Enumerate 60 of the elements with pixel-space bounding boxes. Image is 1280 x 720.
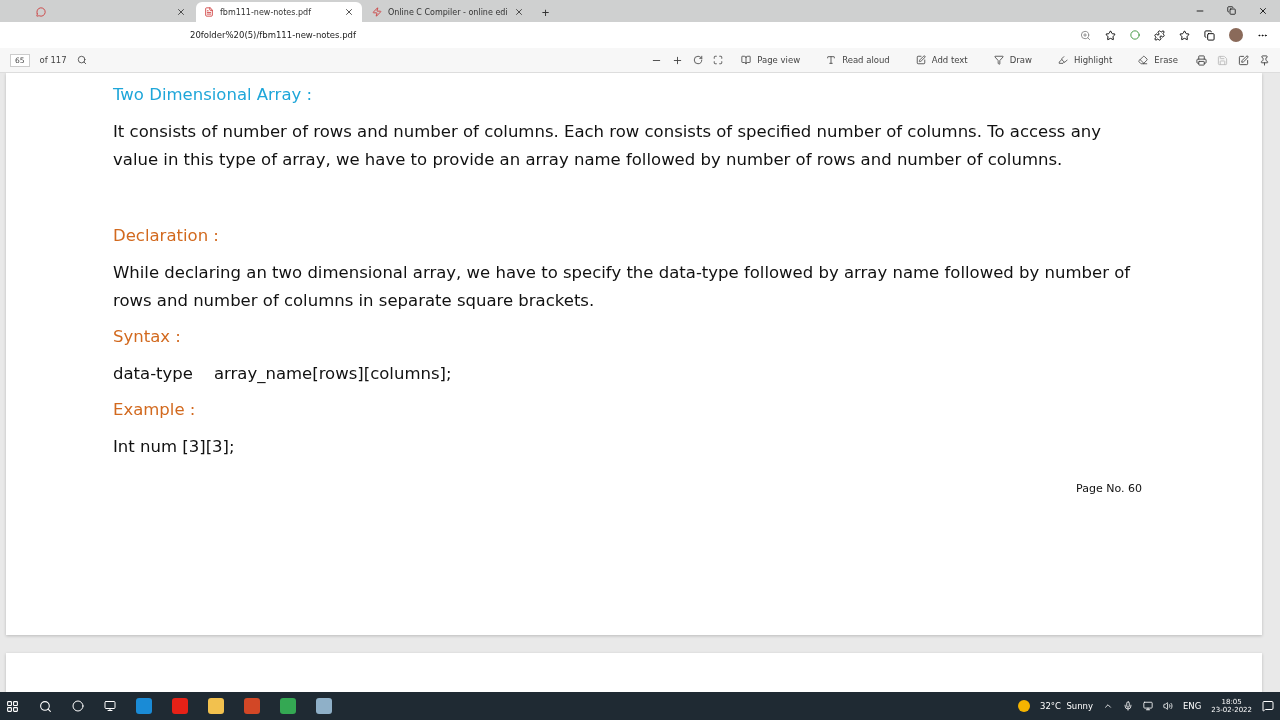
zoom-icon[interactable]	[1080, 29, 1091, 41]
toolbar-button[interactable]: Read aloud	[818, 55, 898, 65]
close-icon[interactable]	[513, 7, 524, 17]
close-icon[interactable]	[344, 7, 354, 17]
section-heading: Declaration :	[113, 226, 220, 245]
print-icon[interactable]	[1196, 54, 1207, 66]
section-heading: Two Dimensional Array :	[113, 85, 314, 104]
toolbar-button[interactable]: Page view	[733, 55, 809, 65]
toolbar-button[interactable]: Draw	[985, 55, 1040, 65]
section-heading: Example :	[113, 400, 197, 419]
notification-icon[interactable]	[1262, 700, 1274, 712]
toolbar-button[interactable]: Erase	[1130, 55, 1186, 65]
page-count: of 117	[39, 55, 67, 65]
fit-icon[interactable]	[713, 55, 724, 65]
weather-text: 32°C Sunny	[1040, 701, 1093, 711]
paragraph: While declaring an two dimensional array, we have to specify the data-type followed by array name followed by number of rows and number of columns in separate square brackets.	[113, 262, 1132, 312]
puzzle-icon[interactable]	[1154, 29, 1165, 41]
letter-icon	[826, 55, 837, 65]
profile-avatar[interactable]	[1229, 28, 1243, 42]
paragraph: Int num [3][3];	[113, 436, 236, 458]
paragraph: data-type array_name[rows][columns];	[113, 363, 453, 385]
tab-title: Online C Compiler - online edi	[388, 7, 508, 17]
sun-icon	[1018, 700, 1030, 712]
windows-icon[interactable]	[6, 699, 19, 713]
restore-icon[interactable]	[1227, 6, 1236, 15]
tab-title: fbm111-new-notes.pdf	[220, 7, 311, 17]
mic-icon[interactable]	[1123, 701, 1133, 711]
paragraph: It consists of number of rows and number of columns. Each row consists of specified number of columns. To access any value in this type of array, we have to provide an array name followed by number of rows and number of columns.	[113, 121, 1102, 171]
page-number: Page No. 60	[1076, 482, 1142, 495]
book-icon	[741, 55, 752, 65]
toolbar-button[interactable]: Highlight	[1049, 55, 1121, 65]
funnel-icon	[993, 55, 1004, 65]
tab-icon	[204, 7, 214, 17]
volume-icon[interactable]	[1163, 701, 1173, 711]
pin-icon[interactable]	[1259, 54, 1270, 66]
text-box-icon	[915, 55, 926, 65]
search-icon[interactable]	[39, 699, 52, 713]
zoom-in-icon[interactable]	[672, 54, 684, 66]
rotate-icon[interactable]	[693, 55, 704, 65]
toolbar-button[interactable]: Add text	[907, 55, 976, 65]
eraser-icon	[1138, 55, 1149, 65]
cortana-icon[interactable]	[72, 700, 84, 712]
chevron-up-icon[interactable]	[1103, 701, 1113, 711]
new-tab-button[interactable]: +	[533, 2, 558, 22]
search-icon[interactable]	[76, 55, 87, 65]
highlighter-icon	[1057, 55, 1068, 65]
browser-tab[interactable]: fbm111-new-notes.pdf	[196, 2, 362, 22]
favorites-icon[interactable]	[1179, 29, 1190, 41]
save-as-icon[interactable]	[1238, 54, 1249, 66]
network-icon[interactable]	[1143, 701, 1153, 711]
tab-icon	[372, 7, 382, 17]
browser-tab[interactable]: Online C Compiler - online edi	[364, 2, 532, 22]
tab-icon	[36, 7, 46, 17]
task-view-icon[interactable]	[104, 700, 116, 712]
star-icon[interactable]	[1105, 29, 1116, 41]
language-indicator[interactable]: ENG	[1183, 701, 1202, 711]
close-icon[interactable]	[1258, 6, 1268, 16]
close-icon[interactable]	[176, 7, 186, 17]
section-heading: Syntax :	[113, 327, 182, 346]
collections-icon[interactable]	[1204, 29, 1215, 41]
